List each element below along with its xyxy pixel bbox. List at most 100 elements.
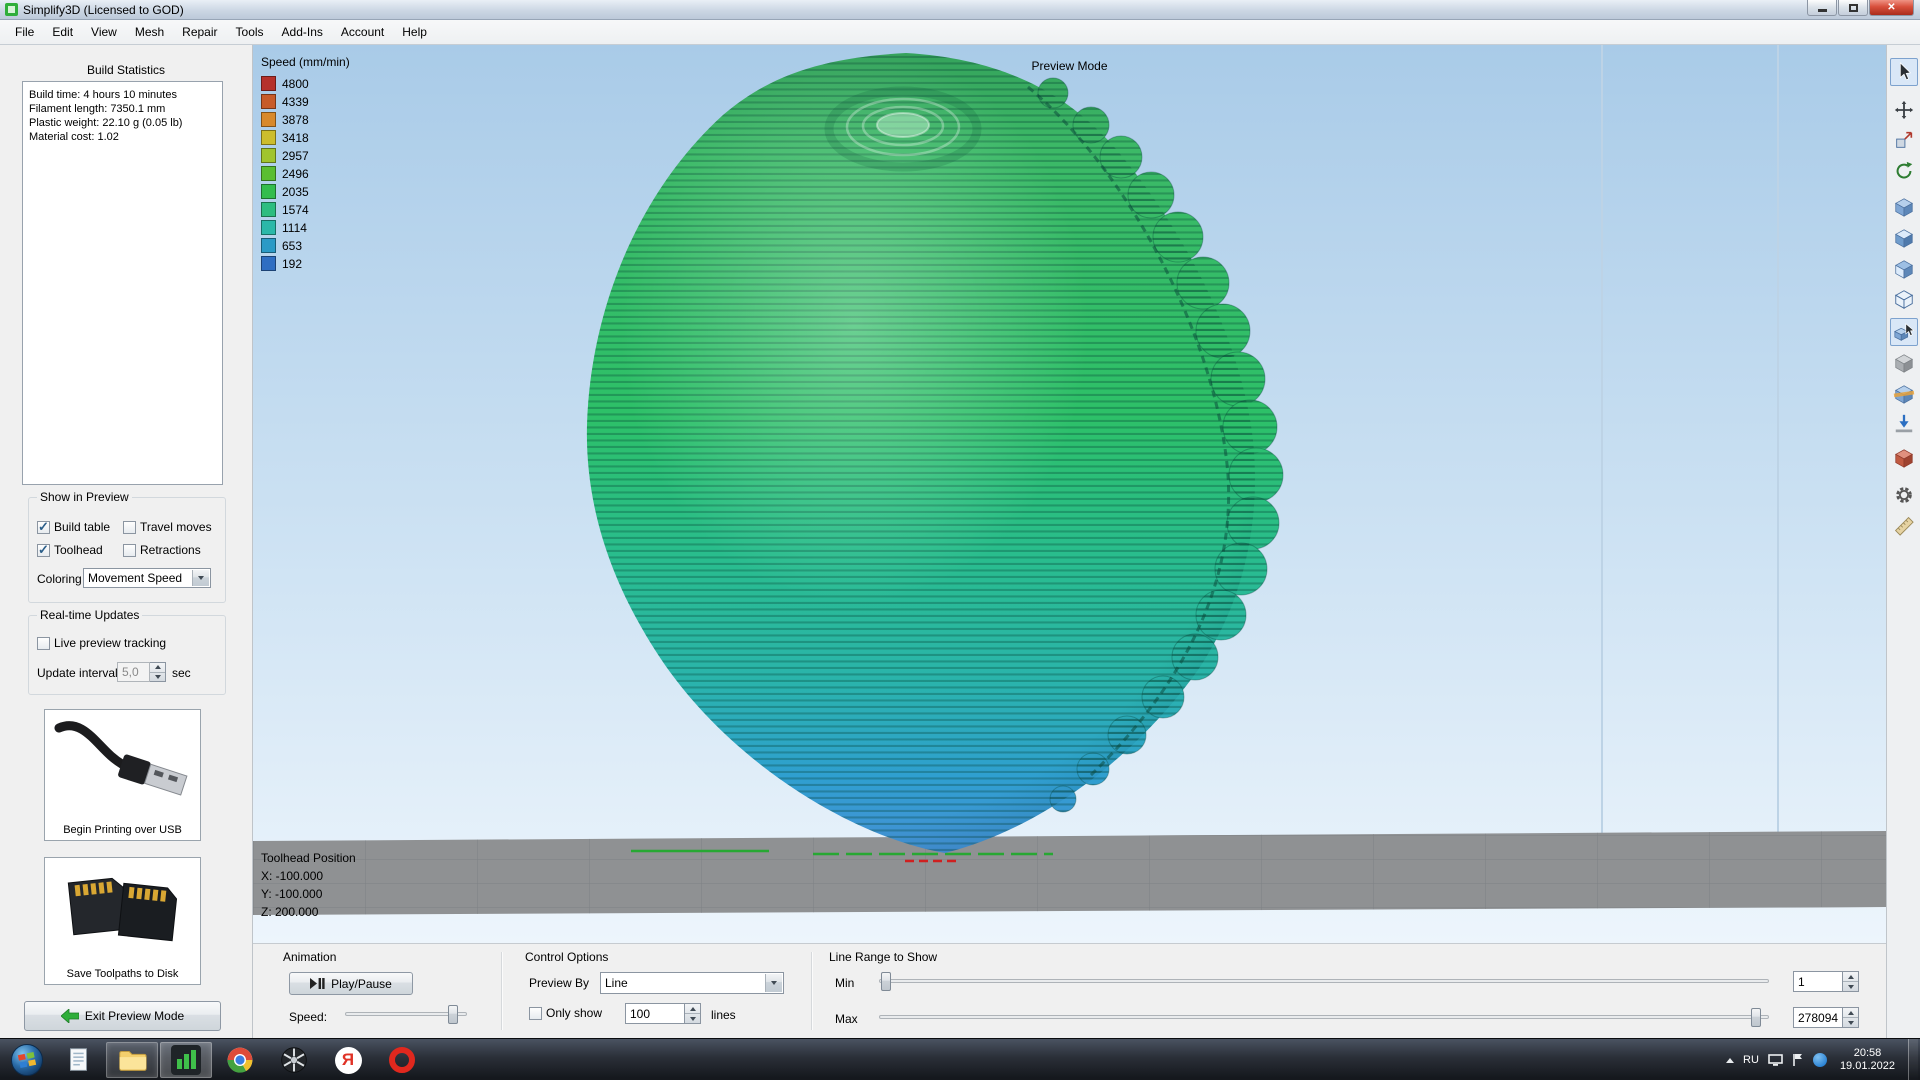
- preview-by-label: Preview By: [529, 976, 589, 990]
- toolhead-checkbox[interactable]: Toolhead: [37, 543, 103, 557]
- chevron-down-icon: [198, 576, 204, 580]
- preview-mode-tool-icon[interactable]: [1890, 318, 1918, 346]
- save-toolpaths-button[interactable]: Save Toolpaths to Disk: [44, 857, 201, 985]
- exit-preview-button[interactable]: Exit Preview Mode: [24, 1001, 221, 1031]
- network-icon[interactable]: [1768, 1054, 1783, 1067]
- travel-moves-checkbox-box[interactable]: [123, 521, 136, 534]
- menu-mesh[interactable]: Mesh: [126, 22, 173, 42]
- view-cube-icon[interactable]: [1890, 193, 1918, 221]
- start-button[interactable]: [8, 1041, 46, 1079]
- min-line-slider[interactable]: [879, 970, 1769, 992]
- speed-slider-thumb[interactable]: [448, 1005, 458, 1024]
- legend-entry: 3418: [261, 130, 350, 145]
- taskbar-simplify3d-button[interactable]: [160, 1042, 212, 1078]
- scale-tool-icon[interactable]: [1890, 126, 1918, 154]
- taskbar-media-player-button[interactable]: [268, 1042, 320, 1078]
- lines-count-spinner[interactable]: [685, 1003, 701, 1024]
- min-slider-thumb[interactable]: [881, 972, 891, 991]
- build-table-checkbox[interactable]: Build table: [37, 520, 110, 534]
- hidden-icons-arrow[interactable]: [1726, 1058, 1734, 1063]
- toolhead-checkbox-box[interactable]: [37, 544, 50, 557]
- retractions-checkbox-box[interactable]: [123, 544, 136, 557]
- tray-app-icon[interactable]: [1813, 1053, 1827, 1067]
- menu-tools[interactable]: Tools: [227, 22, 273, 42]
- only-show-checkbox-box[interactable]: [529, 1007, 542, 1020]
- windows-taskbar: Я RU 20:58 19.01.2022: [0, 1038, 1920, 1080]
- min-line-input[interactable]: [1793, 971, 1843, 992]
- view-cube-outline-icon[interactable]: [1890, 285, 1918, 313]
- max-line-slider[interactable]: [879, 1006, 1769, 1028]
- spinner-up-icon[interactable]: [685, 1004, 700, 1014]
- settings-gear-icon[interactable]: [1890, 481, 1918, 509]
- taskbar-opera-button[interactable]: [376, 1042, 428, 1078]
- view-cube-side-icon[interactable]: [1890, 255, 1918, 283]
- animation-section-title: Animation: [283, 950, 336, 964]
- live-preview-checkbox-box[interactable]: [37, 637, 50, 650]
- spinner-down-icon[interactable]: [1843, 982, 1858, 991]
- menu-file[interactable]: File: [6, 22, 43, 42]
- update-interval-spinner[interactable]: [150, 662, 166, 682]
- rotate-tool-icon[interactable]: [1890, 157, 1918, 185]
- spinner-up-icon[interactable]: [1843, 972, 1858, 982]
- update-interval-input[interactable]: [117, 662, 150, 682]
- legend-entry: 2035: [261, 184, 350, 199]
- taskbar-file-manager-button[interactable]: [52, 1042, 104, 1078]
- close-button[interactable]: ✕: [1869, 0, 1914, 16]
- measure-tool-icon[interactable]: [1890, 512, 1918, 540]
- build-table-checkbox-box[interactable]: [37, 521, 50, 534]
- 3d-scene[interactable]: [253, 45, 1886, 943]
- show-desktop-button[interactable]: [1908, 1039, 1918, 1080]
- cross-section-icon[interactable]: [1890, 349, 1918, 377]
- max-slider-thumb[interactable]: [1751, 1008, 1761, 1027]
- max-slider-groove: [879, 1015, 1769, 1019]
- menu-edit[interactable]: Edit: [43, 22, 82, 42]
- menu-account[interactable]: Account: [332, 22, 393, 42]
- toolhead-y: Y: -100.000: [261, 885, 356, 903]
- menu-help[interactable]: Help: [393, 22, 436, 42]
- legend-color-swatch: [261, 112, 276, 127]
- spinner-up-icon[interactable]: [1843, 1008, 1858, 1018]
- coloring-label: Coloring: [37, 572, 82, 586]
- lines-count-input[interactable]: [625, 1003, 685, 1024]
- drop-to-bed-icon[interactable]: [1890, 410, 1918, 438]
- only-show-checkbox[interactable]: Only show: [529, 1006, 602, 1020]
- usb-cable-icon: [53, 714, 193, 812]
- file-manager-icon: [62, 1044, 94, 1076]
- coloring-select[interactable]: Movement Speed: [83, 568, 211, 588]
- spinner-down-icon[interactable]: [150, 673, 165, 682]
- only-show-label: Only show: [546, 1006, 602, 1020]
- max-line-spinner[interactable]: [1843, 1007, 1859, 1028]
- taskbar-explorer-button[interactable]: [106, 1042, 158, 1078]
- maximize-button[interactable]: [1838, 0, 1868, 16]
- keyboard-layout-badge[interactable]: RU: [1743, 1054, 1759, 1066]
- preview-by-select-arrow[interactable]: [765, 974, 782, 992]
- speed-slider[interactable]: [345, 1004, 467, 1024]
- taskbar-yandex-button[interactable]: Я: [322, 1042, 374, 1078]
- legend-entry: 1114: [261, 220, 350, 235]
- action-center-flag-icon[interactable]: [1792, 1053, 1804, 1067]
- retractions-checkbox[interactable]: Retractions: [123, 543, 201, 557]
- begin-printing-usb-button[interactable]: Begin Printing over USB: [44, 709, 201, 841]
- translate-tool-icon[interactable]: [1890, 96, 1918, 124]
- min-line-spinner[interactable]: [1843, 971, 1859, 992]
- window-titlebar[interactable]: Simplify3D (Licensed to GOD) ✕: [0, 0, 1920, 20]
- menu-addins[interactable]: Add-Ins: [273, 22, 332, 42]
- menu-view[interactable]: View: [82, 22, 126, 42]
- menu-repair[interactable]: Repair: [173, 22, 226, 42]
- coloring-select-arrow[interactable]: [192, 570, 209, 586]
- select-tool-icon[interactable]: [1890, 58, 1918, 86]
- live-preview-checkbox[interactable]: Live preview tracking: [37, 636, 166, 650]
- preview-by-select[interactable]: Line: [600, 972, 784, 994]
- cut-plane-icon[interactable]: [1890, 380, 1918, 408]
- spinner-down-icon[interactable]: [1843, 1018, 1858, 1027]
- travel-moves-checkbox[interactable]: Travel moves: [123, 520, 212, 534]
- spinner-up-icon[interactable]: [150, 663, 165, 673]
- support-structures-icon[interactable]: [1890, 444, 1918, 472]
- taskbar-clock[interactable]: 20:58 19.01.2022: [1840, 1047, 1895, 1073]
- taskbar-chrome-button[interactable]: [214, 1042, 266, 1078]
- spinner-down-icon[interactable]: [685, 1014, 700, 1023]
- view-cube-top-icon[interactable]: [1890, 224, 1918, 252]
- minimize-button[interactable]: [1807, 0, 1837, 16]
- play-pause-button[interactable]: Play/Pause: [289, 972, 413, 995]
- max-line-input[interactable]: [1793, 1007, 1843, 1028]
